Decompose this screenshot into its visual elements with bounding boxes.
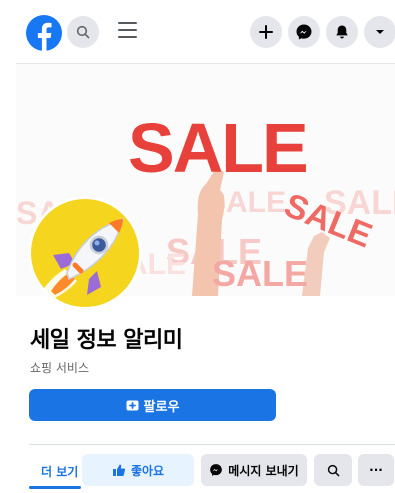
more-options-button[interactable]: ··· <box>358 454 394 486</box>
section-divider <box>29 444 395 445</box>
page-title: 세일 정보 알리미 <box>30 328 183 353</box>
tab-more-underline <box>29 486 81 489</box>
tab-more[interactable]: 더 보기 <box>41 463 78 480</box>
notifications-button[interactable] <box>326 16 358 48</box>
top-navigation-bar <box>0 0 395 62</box>
search-page-button[interactable] <box>314 454 352 486</box>
account-menu-button[interactable] <box>364 16 395 48</box>
facebook-logo[interactable] <box>26 15 62 51</box>
send-message-label: 메시지 보내기 <box>228 463 299 478</box>
send-message-button[interactable]: 메시지 보내기 <box>201 454 307 486</box>
page-category: 쇼핑 서비스 <box>30 361 90 375</box>
like-button-label: 좋아요 <box>130 463 165 478</box>
search-icon <box>327 464 339 476</box>
menu-button[interactable] <box>118 22 140 42</box>
search-button[interactable] <box>67 16 99 48</box>
follow-icon <box>126 400 139 410</box>
menu-icon-bar <box>118 22 137 24</box>
follow-button-label: 팔로우 <box>143 399 180 415</box>
menu-icon-bar <box>118 36 137 38</box>
bell-icon <box>336 25 348 39</box>
messenger-button[interactable] <box>288 16 320 48</box>
ellipsis-icon: ··· <box>369 463 383 477</box>
search-icon <box>76 25 90 39</box>
chevron-down-icon <box>376 30 384 34</box>
page-avatar[interactable] <box>28 196 142 310</box>
page-action-row: 더 보기 좋아요 메시지 보내기 ··· <box>0 454 395 486</box>
messenger-icon <box>210 464 223 476</box>
menu-icon-bar <box>118 29 137 31</box>
plus-icon <box>259 25 273 39</box>
sale-headline: SALE <box>128 109 307 187</box>
bottom-sale-text: SALE <box>212 253 308 294</box>
messenger-icon <box>296 24 312 40</box>
follow-button[interactable]: 팔로우 <box>29 389 276 421</box>
like-button[interactable]: 좋아요 <box>82 454 194 486</box>
rocket-icon <box>39 217 124 303</box>
create-button[interactable] <box>250 16 282 48</box>
thumbs-up-icon <box>112 464 125 476</box>
